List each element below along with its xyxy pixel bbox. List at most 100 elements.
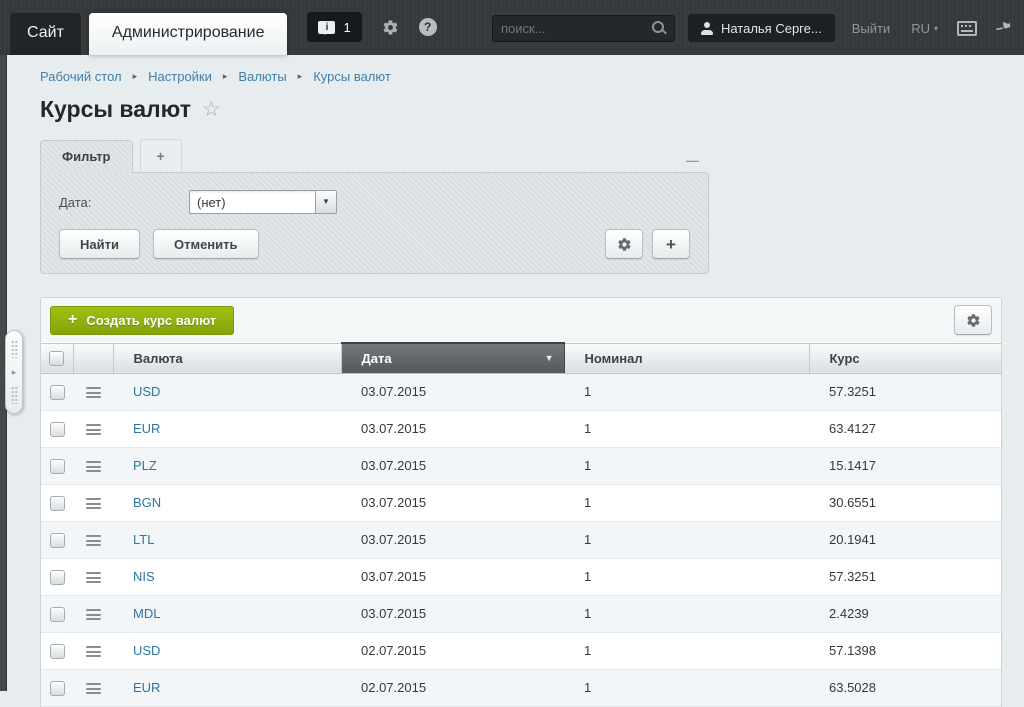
currency-link[interactable]: EUR [133,421,160,436]
row-checkbox[interactable] [50,422,65,437]
gear-icon [617,237,632,252]
table-header-row: Валюта Дата ▼ Номинал Курс [41,343,1001,373]
currency-link[interactable]: BGN [133,495,161,510]
row-menu-cell [73,558,113,595]
table-row: LTL03.07.2015120.1941 [41,521,1001,558]
rate-cell: 2.4239 [809,595,1001,632]
tab-site[interactable]: Сайт [10,13,81,55]
row-menu-icon[interactable] [86,498,101,509]
find-button[interactable]: Найти [59,229,140,259]
minimize-filter-button[interactable]: — [686,154,709,167]
create-currency-rate-button[interactable]: + Создать курс валют [50,306,234,335]
add-filter-tab-button[interactable]: + [140,139,182,173]
breadcrumb-item-currency-rates[interactable]: Курсы валют [313,69,391,84]
row-menu-icon[interactable] [86,609,101,620]
chevron-down-icon: ▾ [934,24,938,33]
currency-rates-grid: + Создать курс валют Валюта [40,297,1002,707]
language-selector[interactable]: RU ▾ [911,21,938,36]
date-filter-select[interactable]: (нет) ▼ [189,190,337,214]
breadcrumb-item-desktop[interactable]: Рабочий стол [40,69,122,84]
filter-settings-button[interactable] [605,229,643,259]
row-checkbox[interactable] [50,385,65,400]
virtual-keyboard-icon[interactable] [957,21,977,36]
row-menu-icon[interactable] [86,535,101,546]
nominal-cell: 1 [564,521,809,558]
table-row: USD02.07.2015157.1398 [41,632,1001,669]
row-menu-icon[interactable] [86,387,101,398]
tab-administration[interactable]: Администрирование [89,13,288,55]
currency-link[interactable]: USD [133,384,160,399]
rate-cell: 57.3251 [809,558,1001,595]
currency-cell: EUR [113,669,341,706]
row-checkbox-cell [41,595,73,632]
row-menu-icon[interactable] [86,461,101,472]
nominal-cell: 1 [564,447,809,484]
user-menu-button[interactable]: Наталья Серге... [688,14,835,42]
favorite-star-icon[interactable]: ☆ [202,99,221,120]
currency-link[interactable]: LTL [133,532,154,547]
column-header-nominal[interactable]: Номинал [564,343,809,373]
nominal-cell: 1 [564,595,809,632]
column-header-currency[interactable]: Валюта [113,343,341,373]
currency-link[interactable]: NIS [133,569,155,584]
sort-desc-icon[interactable]: ▼ [545,353,554,363]
row-checkbox[interactable] [50,570,65,585]
row-checkbox[interactable] [50,459,65,474]
currency-cell: EUR [113,410,341,447]
row-checkbox[interactable] [50,607,65,622]
date-filter-label: Дата: [59,195,189,210]
nominal-cell: 1 [564,373,809,410]
currency-link[interactable]: PLZ [133,458,157,473]
combo-dropdown-icon[interactable]: ▼ [315,191,336,213]
date-cell: 03.07.2015 [341,521,564,558]
notifications-button[interactable]: i 1 [307,12,361,42]
search-icon[interactable] [652,21,666,35]
row-checkbox[interactable] [50,644,65,659]
column-header-rate[interactable]: Курс [809,343,1001,373]
grid-toolbar: + Создать курс валют [41,298,1001,342]
page-title: Курсы валют [40,96,191,123]
search-input[interactable] [501,21,652,36]
row-checkbox[interactable] [50,681,65,696]
row-checkbox[interactable] [50,533,65,548]
row-menu-cell [73,373,113,410]
row-menu-icon[interactable] [86,646,101,657]
filter-tabs: Фильтр + — [40,139,709,173]
currency-cell: USD [113,373,341,410]
breadcrumb-item-currencies[interactable]: Валюты [238,69,286,84]
pin-icon[interactable] [996,19,1014,37]
select-all-checkbox[interactable] [49,351,64,366]
row-checkbox[interactable] [50,496,65,511]
currency-link[interactable]: EUR [133,680,160,695]
column-header-date[interactable]: Дата ▼ [341,343,564,373]
breadcrumb-separator-icon: ▸ [133,71,138,82]
breadcrumb-separator-icon: ▸ [223,71,228,82]
settings-gear-icon[interactable] [382,19,399,36]
row-checkbox-cell [41,521,73,558]
row-checkbox-cell [41,632,73,669]
row-checkbox-cell [41,410,73,447]
currency-cell: NIS [113,558,341,595]
filter-add-field-button[interactable]: + [652,229,690,259]
row-checkbox-cell [41,447,73,484]
cancel-button[interactable]: Отменить [153,229,259,259]
breadcrumb-item-settings[interactable]: Настройки [148,69,212,84]
currency-link[interactable]: MDL [133,606,160,621]
logout-link[interactable]: Выйти [852,21,891,36]
nominal-cell: 1 [564,632,809,669]
help-icon[interactable]: ? [419,18,437,36]
currency-link[interactable]: USD [133,643,160,658]
grid-settings-button[interactable] [954,305,992,335]
filter-tab[interactable]: Фильтр [40,140,133,173]
row-menu-icon[interactable] [86,572,101,583]
row-menu-icon[interactable] [86,424,101,435]
row-menu-cell [73,595,113,632]
date-cell: 03.07.2015 [341,373,564,410]
top-bar: Сайт Администрирование i 1 ? Наталья Сер… [0,0,1024,55]
row-menu-icon[interactable] [86,683,101,694]
sidebar-expand-handle[interactable]: ▸ [5,330,23,414]
date-filter-value: (нет) [190,191,315,213]
currency-cell: USD [113,632,341,669]
create-button-label: Создать курс валют [86,313,216,328]
row-menu-cell [73,447,113,484]
